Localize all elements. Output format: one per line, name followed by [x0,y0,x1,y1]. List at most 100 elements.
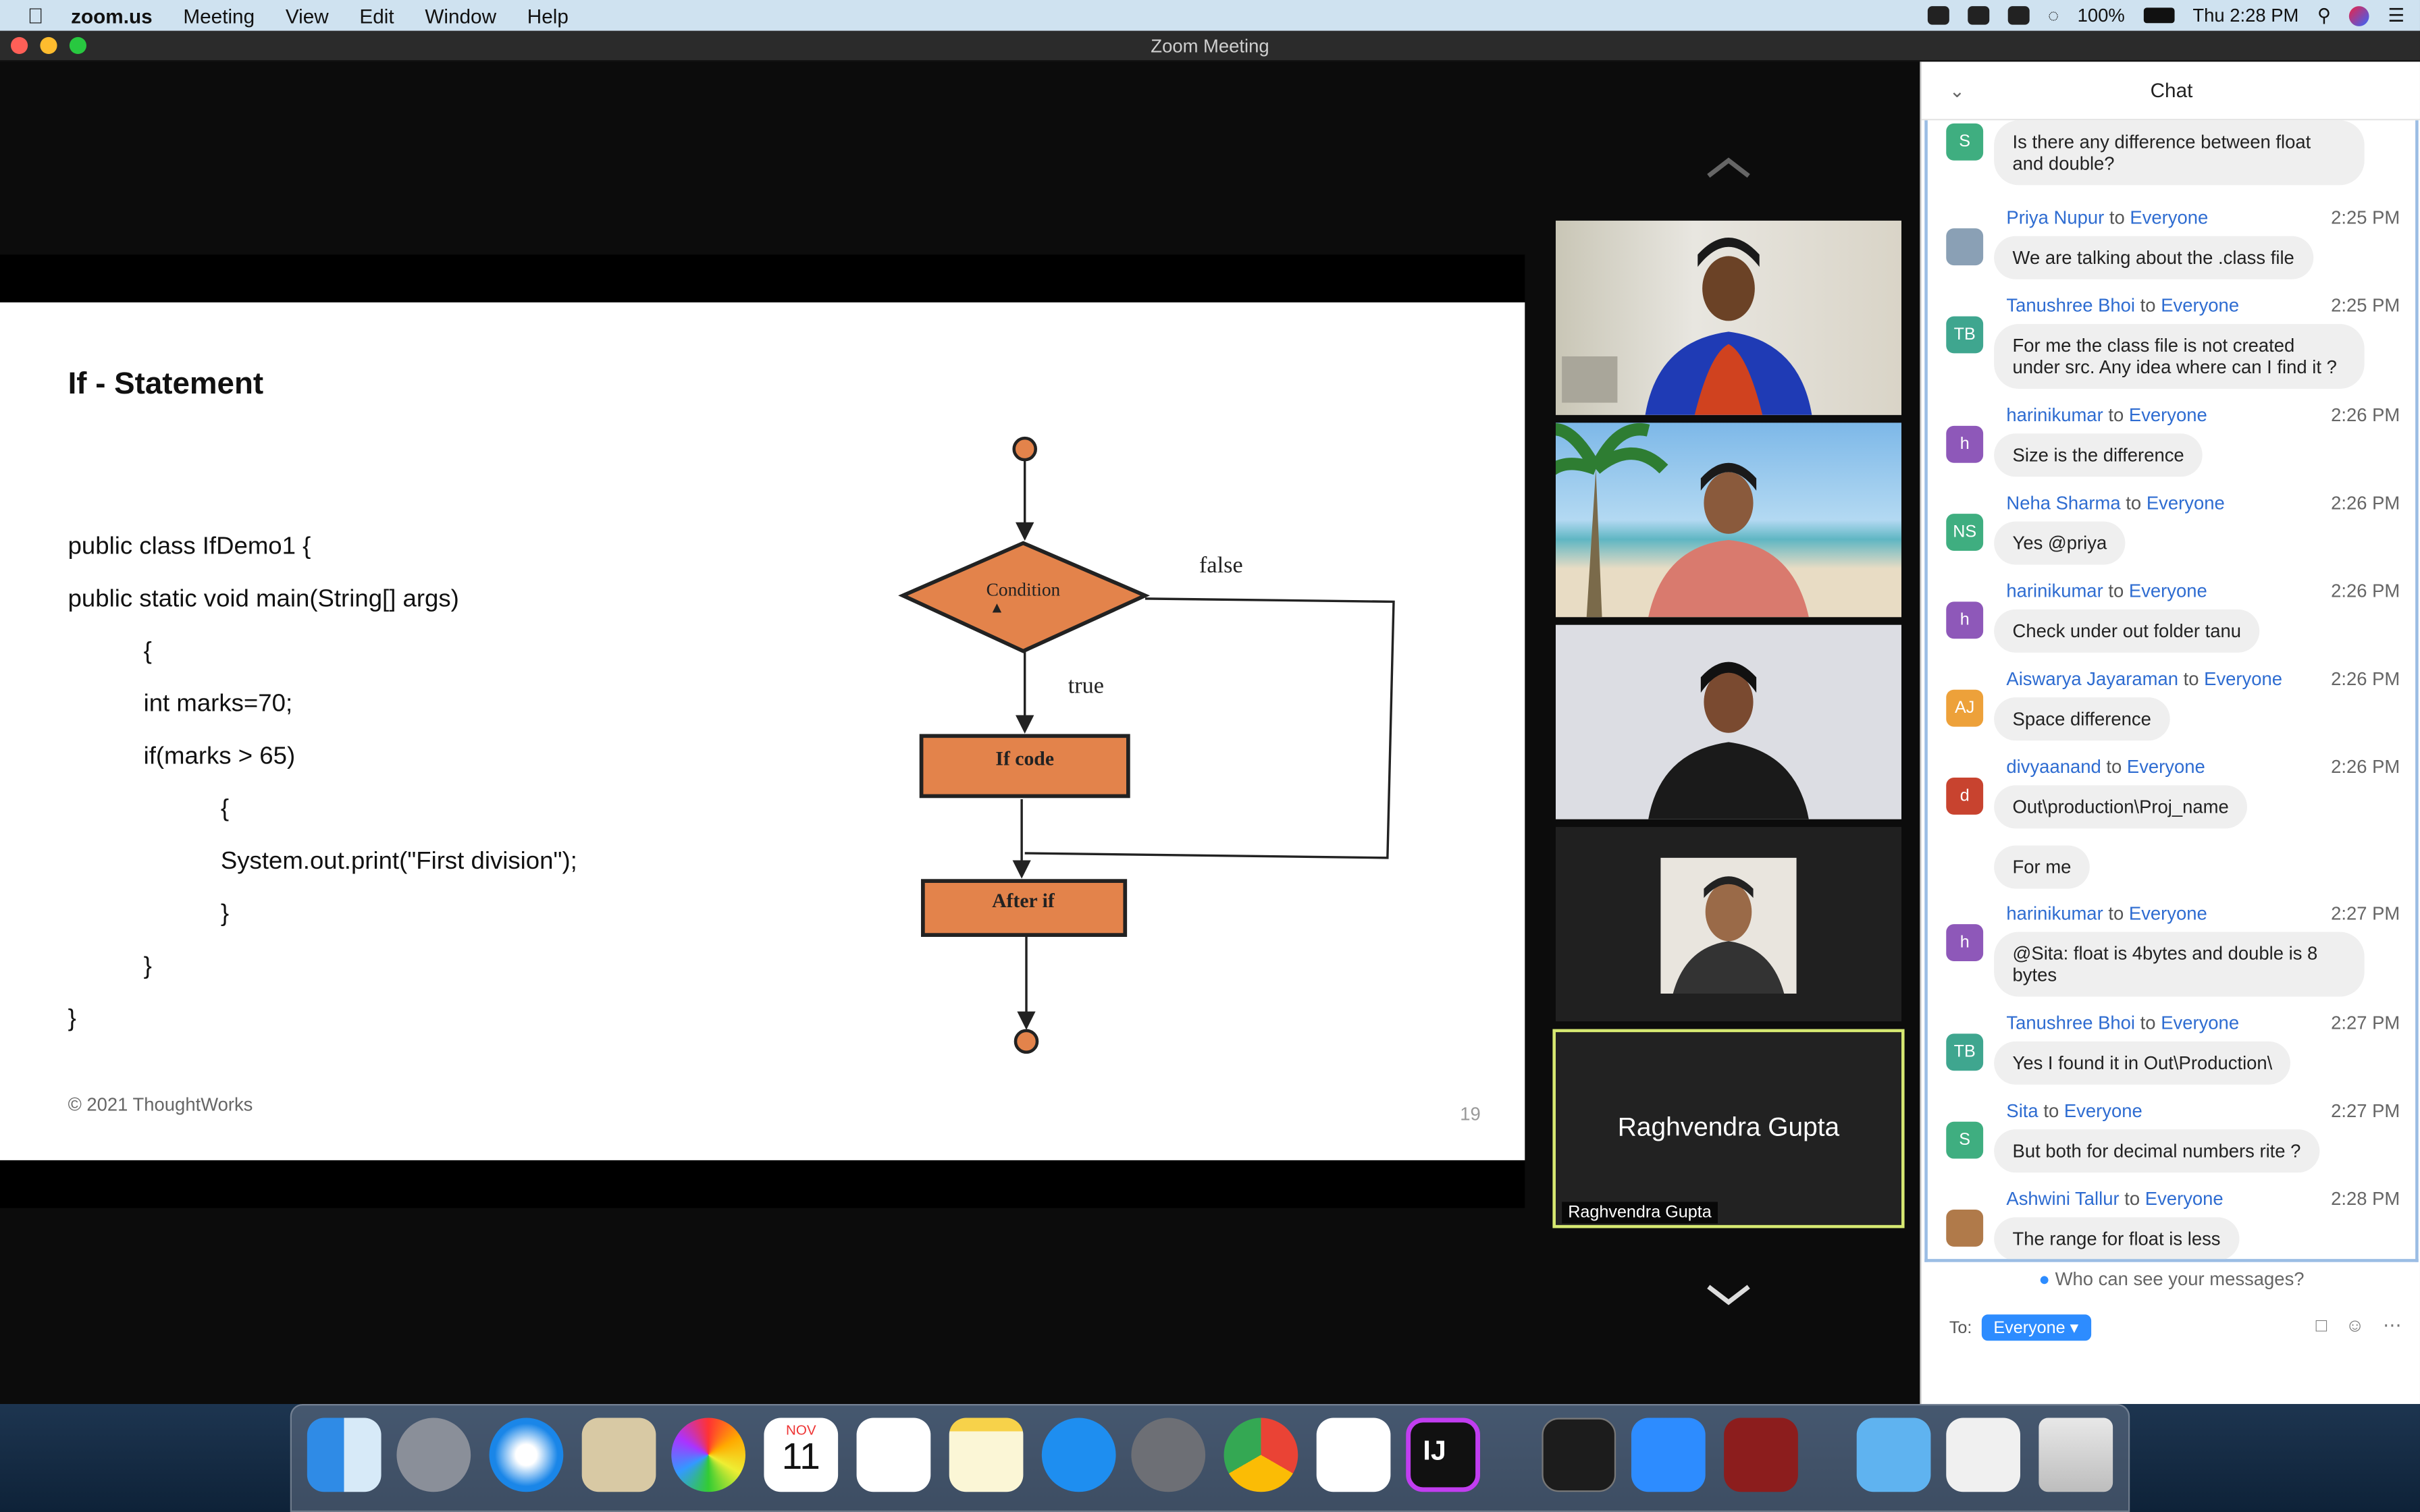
sender-name[interactable]: divyaanand [2006,756,2101,778]
recipient-select[interactable]: Everyone ▾ [1981,1314,2091,1341]
terminal-icon[interactable] [1542,1418,1616,1492]
avatar [1946,1209,1984,1247]
chat-visibility-link[interactable]: ● Who can see your messages? [1922,1268,2420,1290]
finder-icon[interactable] [307,1418,382,1492]
recipient-name[interactable]: Everyone [2147,492,2225,514]
to-word: to [2106,755,2122,778]
scroll-up-icon[interactable] [1706,155,1752,186]
recipient-name[interactable]: Everyone [2161,295,2239,317]
photos-icon[interactable] [671,1418,745,1492]
flow-false-label: false [1199,552,1243,578]
person-icon: ● [2038,1268,2050,1290]
app-store-icon[interactable] [1041,1418,1116,1492]
scroll-down-icon[interactable] [1706,1278,1752,1309]
minimize-window-button[interactable] [40,36,57,54]
recipient-name[interactable]: Everyone [2129,580,2207,601]
menu-meeting[interactable]: Meeting [183,4,255,27]
menu-help[interactable]: Help [527,4,569,27]
close-window-button[interactable] [10,36,28,54]
battery-icon[interactable] [2143,7,2174,24]
participant-video-2[interactable] [1555,423,1901,618]
avatar: S [1946,1121,1984,1159]
avatar: AJ [1946,689,1984,727]
message-bubble: Space difference [1994,697,2170,741]
chat-message-list[interactable]: S Is there any difference between float … [1924,120,2419,1262]
code-line: } [143,953,152,980]
recipient-name[interactable]: Everyone [2161,1012,2239,1033]
intellij-icon[interactable]: IJ [1406,1418,1480,1492]
system-preferences-icon[interactable] [1131,1418,1206,1492]
recipient-name[interactable]: Everyone [2129,902,2207,924]
trash-icon[interactable] [2038,1418,2113,1492]
recipient-name[interactable]: Everyone [2127,756,2205,778]
sender-name[interactable]: harinikumar [2006,404,2103,426]
sender-name[interactable]: Tanushree Bhoi [2006,1012,2135,1033]
search-icon[interactable]: ⚲ [2317,5,2331,26]
reminders-icon[interactable] [856,1418,931,1492]
message-time: 2:27 PM [2331,1012,2400,1034]
zoom-status-icon[interactable] [1927,6,1949,25]
recipient-name[interactable]: Everyone [2204,668,2282,690]
message-bubble: Is there any difference between float an… [1994,120,2365,186]
collapse-chat-icon[interactable]: ⌄ [1949,61,1965,120]
sender-name[interactable]: Aiswarya Jayaraman [2006,668,2178,690]
slide-title: If - Statement [68,367,264,402]
participant-video-4[interactable] [1555,827,1901,1022]
zoom-window-button[interactable] [69,36,86,54]
text-input-icon[interactable] [2007,6,2030,25]
message-sender-line: Neha Sharma to Everyone [2006,492,2224,514]
chrome-icon[interactable] [1224,1418,1298,1492]
siri-icon[interactable] [2349,5,2370,26]
sender-name[interactable]: Ashwini Tallur [2006,1188,2119,1210]
downloads-folder-icon[interactable] [1856,1418,1931,1492]
menu-app-name[interactable]: zoom.us [71,4,153,27]
recipient-name[interactable]: Everyone [2064,1100,2142,1122]
active-speaker-name: Raghvendra Gupta [1617,1112,1840,1142]
avatar: h [1946,601,1984,639]
message-bubble: Yes I found it in Out\Production\ [1994,1041,2291,1085]
avatar: S [1946,123,1984,161]
sender-name[interactable]: Sita [2006,1100,2038,1122]
sender-name[interactable]: Tanushree Bhoi [2006,295,2135,317]
notes-icon[interactable] [949,1418,1024,1492]
documents-stack-icon[interactable] [1946,1418,2020,1492]
zoom-icon[interactable] [1631,1418,1706,1492]
menu-window[interactable]: Window [425,4,496,27]
calendar-icon[interactable]: NOV 11 [764,1418,839,1492]
chat-header: ⌄ Chat [1921,61,2420,121]
participant-video-3[interactable] [1555,624,1901,819]
chat-panel: ⌄ Chat S Is there any difference between… [1920,61,2420,1404]
to-word: to [2183,668,2199,690]
menu-view[interactable]: View [286,4,329,27]
safari-icon[interactable] [489,1418,564,1492]
code-line: System.out.print("First division"); [220,848,577,875]
control-center-icon[interactable]: ☰ [2388,5,2405,26]
more-icon[interactable]: ⋯ [2383,1314,2401,1336]
recipient-name[interactable]: Everyone [2130,207,2208,228]
clock[interactable]: Thu 2:28 PM [2192,5,2298,26]
sender-name[interactable]: Neha Sharma [2006,492,2120,514]
sender-name[interactable]: harinikumar [2006,902,2103,924]
recipient-name[interactable]: Everyone [2129,404,2207,426]
screen:  zoom.us Meeting View Edit Window Help … [0,0,2420,1512]
file-icon[interactable]: □ [2316,1314,2327,1336]
apple-icon[interactable]:  [0,3,71,28]
window-title: Zoom Meeting [0,30,2420,62]
mail-icon[interactable] [581,1418,656,1492]
sender-name[interactable]: Priya Nupur [2006,207,2104,228]
message-time: 2:26 PM [2331,668,2400,690]
launchpad-icon[interactable] [396,1418,471,1492]
recipient-name[interactable]: Everyone [2145,1188,2224,1210]
avatar: NS [1946,514,1984,551]
dollar-icon[interactable] [1968,6,1990,25]
wifi-icon[interactable]: ◌ [2048,5,2059,26]
active-speaker-tile[interactable]: Raghvendra Gupta Raghvendra Gupta [1552,1029,1905,1228]
message-time: 2:25 PM [2331,207,2400,229]
menu-edit[interactable]: Edit [359,4,394,27]
slack-icon[interactable] [1316,1418,1391,1492]
participant-video-1[interactable] [1555,220,1901,415]
message-time: 2:27 PM [2331,902,2400,925]
emoji-icon[interactable]: ☺ [2346,1314,2365,1336]
sender-name[interactable]: harinikumar [2006,580,2103,601]
dictionary-icon[interactable] [1724,1418,1798,1492]
